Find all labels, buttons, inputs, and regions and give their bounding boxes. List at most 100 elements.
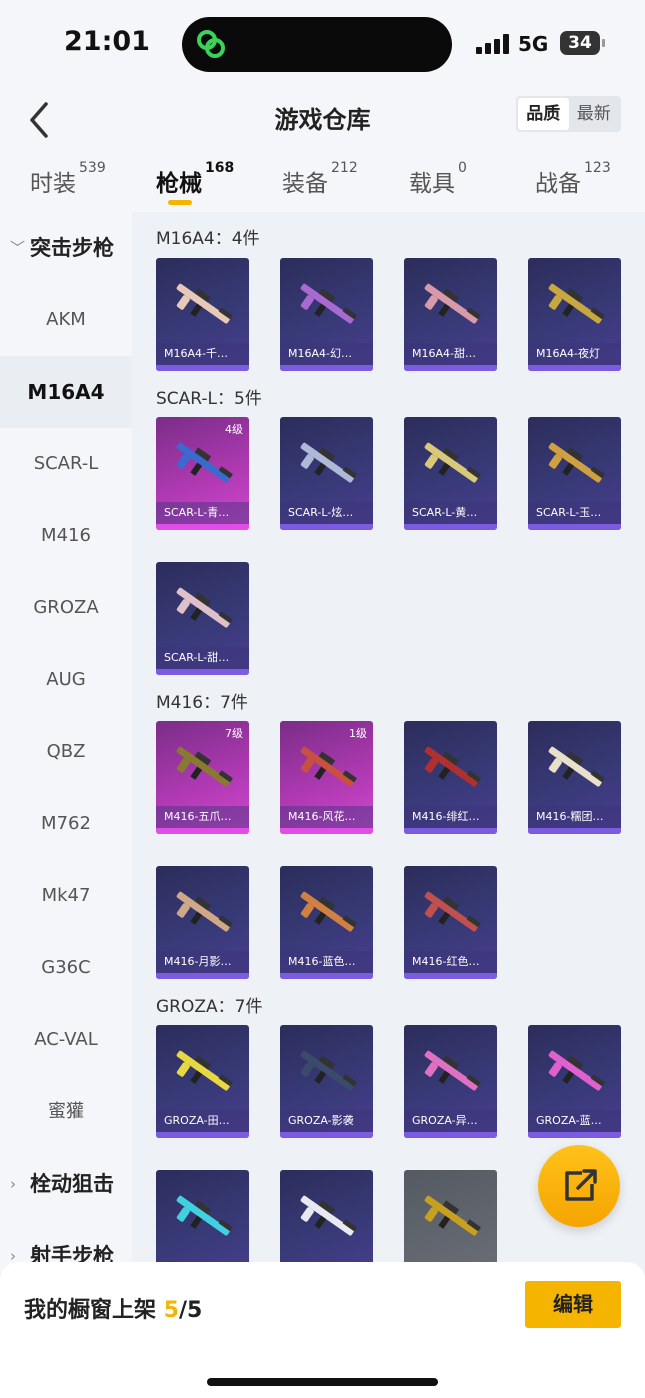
rifle-icon — [424, 283, 481, 324]
nav-header: 游戏仓库 品质 最新 — [0, 88, 645, 148]
weapon-card[interactable]: GROZA-影袭 — [280, 1025, 373, 1138]
weapon-card[interactable]: 7级 M416-五爪… — [156, 721, 249, 834]
weapon-name: SCAR-L-青… — [156, 502, 249, 524]
weapon-name: M16A4-甜… — [404, 343, 497, 365]
sidebar-item-akm[interactable]: AKM — [0, 284, 132, 356]
sidebar-item-scar-l[interactable]: SCAR-L — [0, 428, 132, 500]
sidebar-item-mk47[interactable]: Mk47 — [0, 860, 132, 932]
sort-newest-option[interactable]: 最新 — [569, 98, 620, 130]
tab-vehicles[interactable]: 载具0 — [409, 160, 467, 198]
rifle-icon — [176, 587, 233, 628]
weapon-name: M416-蓝色… — [280, 951, 373, 973]
rarity-strip — [280, 365, 373, 371]
chevron-right-icon: › — [10, 1175, 16, 1193]
rarity-strip — [280, 524, 373, 530]
weapon-card[interactable]: GROZA-异… — [404, 1025, 497, 1138]
weapon-name: M416-风花… — [280, 806, 373, 828]
link-icon — [197, 30, 225, 58]
tab-guns[interactable]: 枪械168 — [156, 160, 234, 198]
weapon-card[interactable]: SCAR-L-炫… — [280, 417, 373, 530]
sidebar-category-bolt-sniper[interactable]: › 栓动狙击 — [0, 1148, 132, 1220]
sidebar-item-ac-val[interactable]: AC-VAL — [0, 1004, 132, 1076]
weapon-name: SCAR-L-黄… — [404, 502, 497, 524]
weapon-card[interactable]: M416-绯红… — [404, 721, 497, 834]
weapon-card[interactable]: M16A4-千… — [156, 258, 249, 371]
sidebar-item-m762[interactable]: M762 — [0, 788, 132, 860]
rarity-strip — [404, 524, 497, 530]
rarity-strip — [280, 973, 373, 979]
tab-count: 0 — [458, 160, 467, 176]
network-type: 5G — [518, 32, 549, 56]
sidebar-item-m16a4[interactable]: M16A4 — [0, 356, 132, 428]
weapon-card[interactable]: SCAR-L-黄… — [404, 417, 497, 530]
weapon-name: M416-糯团… — [528, 806, 621, 828]
rarity-strip — [156, 524, 249, 530]
sidebar-item-honey-badger[interactable]: 蜜獾 — [0, 1076, 132, 1148]
sidebar-item-groza[interactable]: GROZA — [0, 572, 132, 644]
weapon-name: M416-月影… — [156, 951, 249, 973]
group-title-groza: GROZA：7件 — [156, 997, 263, 1017]
rifle-icon — [176, 283, 233, 324]
weapon-name: M16A4-夜灯 — [528, 343, 621, 365]
rarity-strip — [280, 828, 373, 834]
weapon-name: GROZA-影袭 — [280, 1110, 373, 1132]
weapon-name: SCAR-L-甜… — [156, 647, 249, 669]
weapon-name: M416-绯红… — [404, 806, 497, 828]
weapon-card[interactable]: M16A4-夜灯 — [528, 258, 621, 371]
rifle-icon — [300, 746, 357, 787]
weapon-card[interactable]: M416-红色… — [404, 866, 497, 979]
weapon-card[interactable] — [280, 1170, 373, 1272]
rarity-strip — [156, 973, 249, 979]
weapon-card[interactable]: SCAR-L-甜… — [156, 562, 249, 675]
edit-button[interactable]: 编辑 — [525, 1281, 621, 1328]
sidebar-item-g36c[interactable]: G36C — [0, 932, 132, 1004]
weapon-card[interactable]: M416-糯团… — [528, 721, 621, 834]
weapon-card[interactable]: M416-月影… — [156, 866, 249, 979]
rarity-strip — [404, 1132, 497, 1138]
showcase-total: /5 — [179, 1298, 203, 1323]
weapon-card[interactable]: GROZA-蓝… — [528, 1025, 621, 1138]
weapon-card[interactable] — [404, 1170, 497, 1272]
sidebar-category-assault-rifle[interactable]: ﹀ 突击步枪 — [0, 212, 132, 284]
rifle-icon — [424, 1195, 481, 1236]
weapon-card[interactable] — [156, 1170, 249, 1272]
weapon-card[interactable]: M16A4-幻… — [280, 258, 373, 371]
weapon-name: M16A4-幻… — [280, 343, 373, 365]
tab-count: 539 — [79, 160, 106, 176]
rarity-strip — [528, 365, 621, 371]
tab-count: 168 — [205, 160, 235, 176]
weapon-card[interactable]: SCAR-L-玉… — [528, 417, 621, 530]
weapon-card[interactable]: M416-蓝色… — [280, 866, 373, 979]
tab-count: 212 — [331, 160, 358, 176]
rifle-icon — [176, 891, 233, 932]
rifle-icon — [424, 1050, 481, 1091]
rifle-icon — [548, 746, 605, 787]
share-button[interactable] — [538, 1145, 620, 1227]
tab-count: 123 — [584, 160, 611, 176]
sidebar-item-m416[interactable]: M416 — [0, 500, 132, 572]
level-badge: 7级 — [225, 727, 243, 740]
group-title-m416: M416：7件 — [156, 693, 248, 713]
weapon-card[interactable]: 4级 SCAR-L-青… — [156, 417, 249, 530]
weapon-name: SCAR-L-炫… — [280, 502, 373, 524]
weapon-name: SCAR-L-玉… — [528, 502, 621, 524]
rifle-icon — [300, 1195, 357, 1236]
rarity-strip — [156, 365, 249, 371]
weapon-sidebar: ﹀ 突击步枪 AKM M16A4 SCAR-L M416 GROZA AUG Q… — [0, 212, 132, 1272]
rifle-icon — [176, 746, 233, 787]
share-icon — [565, 1169, 597, 1201]
weapon-card[interactable]: GROZA-田… — [156, 1025, 249, 1138]
rifle-icon — [176, 442, 233, 483]
tab-equipment[interactable]: 装备212 — [282, 160, 358, 198]
group-title-scar-l: SCAR-L：5件 — [156, 389, 262, 409]
sidebar-item-aug[interactable]: AUG — [0, 644, 132, 716]
home-indicator — [207, 1378, 438, 1386]
tab-supplies[interactable]: 战备123 — [535, 160, 611, 198]
sort-quality-option[interactable]: 品质 — [518, 98, 569, 130]
weapon-card[interactable]: 1级 M416-风花… — [280, 721, 373, 834]
weapon-card[interactable]: M16A4-甜… — [404, 258, 497, 371]
tab-fashion[interactable]: 时装539 — [30, 160, 106, 198]
sidebar-item-qbz[interactable]: QBZ — [0, 716, 132, 788]
signal-icon — [476, 34, 510, 54]
rarity-strip — [528, 1132, 621, 1138]
